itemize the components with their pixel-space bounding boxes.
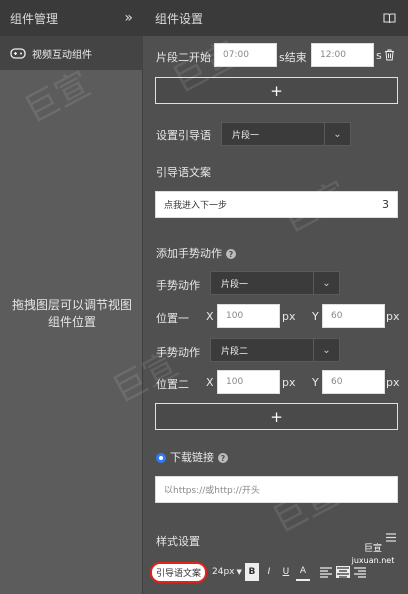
book-icon[interactable] — [383, 12, 396, 24]
gesture-section-title: 添加手势动作? — [156, 245, 236, 261]
segment-end-label: s结束 — [279, 51, 307, 64]
collapse-icon[interactable]: » — [124, 10, 133, 26]
position2-y-unit: px — [386, 376, 400, 389]
component-item-label: 视频互动组件 — [32, 49, 92, 61]
position1-x-unit: px — [282, 310, 296, 323]
chevron-down-icon: ⌄ — [313, 339, 339, 361]
segment-start-label: 片段二开始 — [156, 51, 211, 64]
segment-unit: s — [376, 49, 382, 62]
component-manager-title: 组件管理 — [10, 11, 59, 26]
guide-text-count: 3 — [382, 198, 389, 211]
guide-text-input[interactable]: 点我进入下一步 3 — [155, 191, 398, 218]
gamepad-icon — [10, 47, 26, 59]
download-link-label: 下载链接 — [170, 451, 214, 464]
guide-select[interactable]: 片段一 ⌄ — [221, 122, 351, 146]
position2-x-unit: px — [282, 376, 296, 389]
position2-label: 位置二 — [156, 378, 189, 391]
segment-end-input[interactable]: 12:00 — [311, 43, 374, 67]
position1-y-label: Y — [312, 310, 319, 323]
position2-x-label: X — [206, 376, 214, 389]
chevron-down-icon: ⌄ — [324, 123, 350, 145]
position2-x-input[interactable]: 100 — [217, 370, 280, 394]
position1-y-unit: px — [386, 310, 400, 323]
download-link-row[interactable]: 下载链接? — [156, 449, 228, 465]
guide-text-label: 引导语文案 — [156, 166, 211, 179]
position1-x-input[interactable]: 100 — [217, 304, 280, 328]
align-right-icon[interactable] — [353, 566, 367, 578]
component-settings-title: 组件设置 — [155, 11, 204, 26]
style-settings-title: 样式设置 — [156, 535, 200, 548]
component-settings-header: 组件设置 — [143, 0, 408, 36]
align-center-icon[interactable] — [335, 566, 350, 578]
text-type-select[interactable]: 引导语文案 — [150, 561, 208, 583]
bold-button[interactable]: B — [244, 563, 259, 581]
underline-button[interactable]: U — [279, 563, 293, 581]
download-link-input[interactable]: 以https://或http://开头 — [155, 476, 398, 503]
gesture-title-text: 添加手势动作 — [156, 247, 222, 260]
guide-select-value: 片段一 — [232, 130, 260, 141]
component-manager-header: 组件管理 » — [0, 0, 143, 36]
chevron-down-icon: ⌄ — [313, 272, 339, 294]
position1-x-label: X — [206, 310, 214, 323]
guide-text-value: 点我进入下一步 — [164, 201, 228, 211]
menu-icon[interactable] — [386, 533, 396, 542]
watermark-logo-text: 巨宣 — [363, 544, 382, 554]
gesture1-label: 手势动作 — [156, 279, 200, 292]
watermark-logo: 巨宣 juxuan.net — [346, 544, 400, 566]
align-left-icon[interactable] — [319, 566, 333, 578]
add-segment-button[interactable]: + — [155, 77, 398, 104]
watermark-site: juxuan.net — [351, 556, 395, 565]
gesture2-select[interactable]: 片段二 ⌄ — [210, 338, 340, 362]
trash-icon[interactable] — [384, 49, 395, 61]
position1-label: 位置一 — [156, 312, 189, 325]
gesture1-select-value: 片段一 — [221, 279, 249, 290]
gesture1-select[interactable]: 片段一 ⌄ — [210, 271, 340, 295]
position1-y-input[interactable]: 60 — [322, 304, 385, 328]
gesture2-label: 手势动作 — [156, 346, 200, 359]
font-color-button[interactable]: A — [295, 563, 310, 581]
add-gesture-button[interactable]: + — [155, 403, 398, 430]
position2-y-label: Y — [312, 376, 319, 389]
gesture2-select-value: 片段二 — [221, 346, 249, 357]
segment-start-input[interactable]: 07:00 — [214, 43, 277, 67]
italic-button[interactable]: I — [262, 563, 276, 581]
component-item-video-interaction[interactable]: 视频互动组件 — [0, 36, 143, 70]
font-size-value: 24px — [212, 567, 235, 577]
download-radio[interactable] — [156, 453, 166, 463]
help-icon[interactable]: ? — [226, 249, 236, 259]
guide-setting-label: 设置引导语 — [156, 129, 211, 142]
caret-down-icon: ▼ — [236, 568, 242, 576]
help-icon[interactable]: ? — [218, 453, 228, 463]
position2-y-input[interactable]: 60 — [322, 370, 385, 394]
drag-hint: 拖拽图层可以调节视图组件位置 — [12, 298, 133, 329]
font-size-select[interactable]: 24px ▼ — [212, 563, 242, 581]
